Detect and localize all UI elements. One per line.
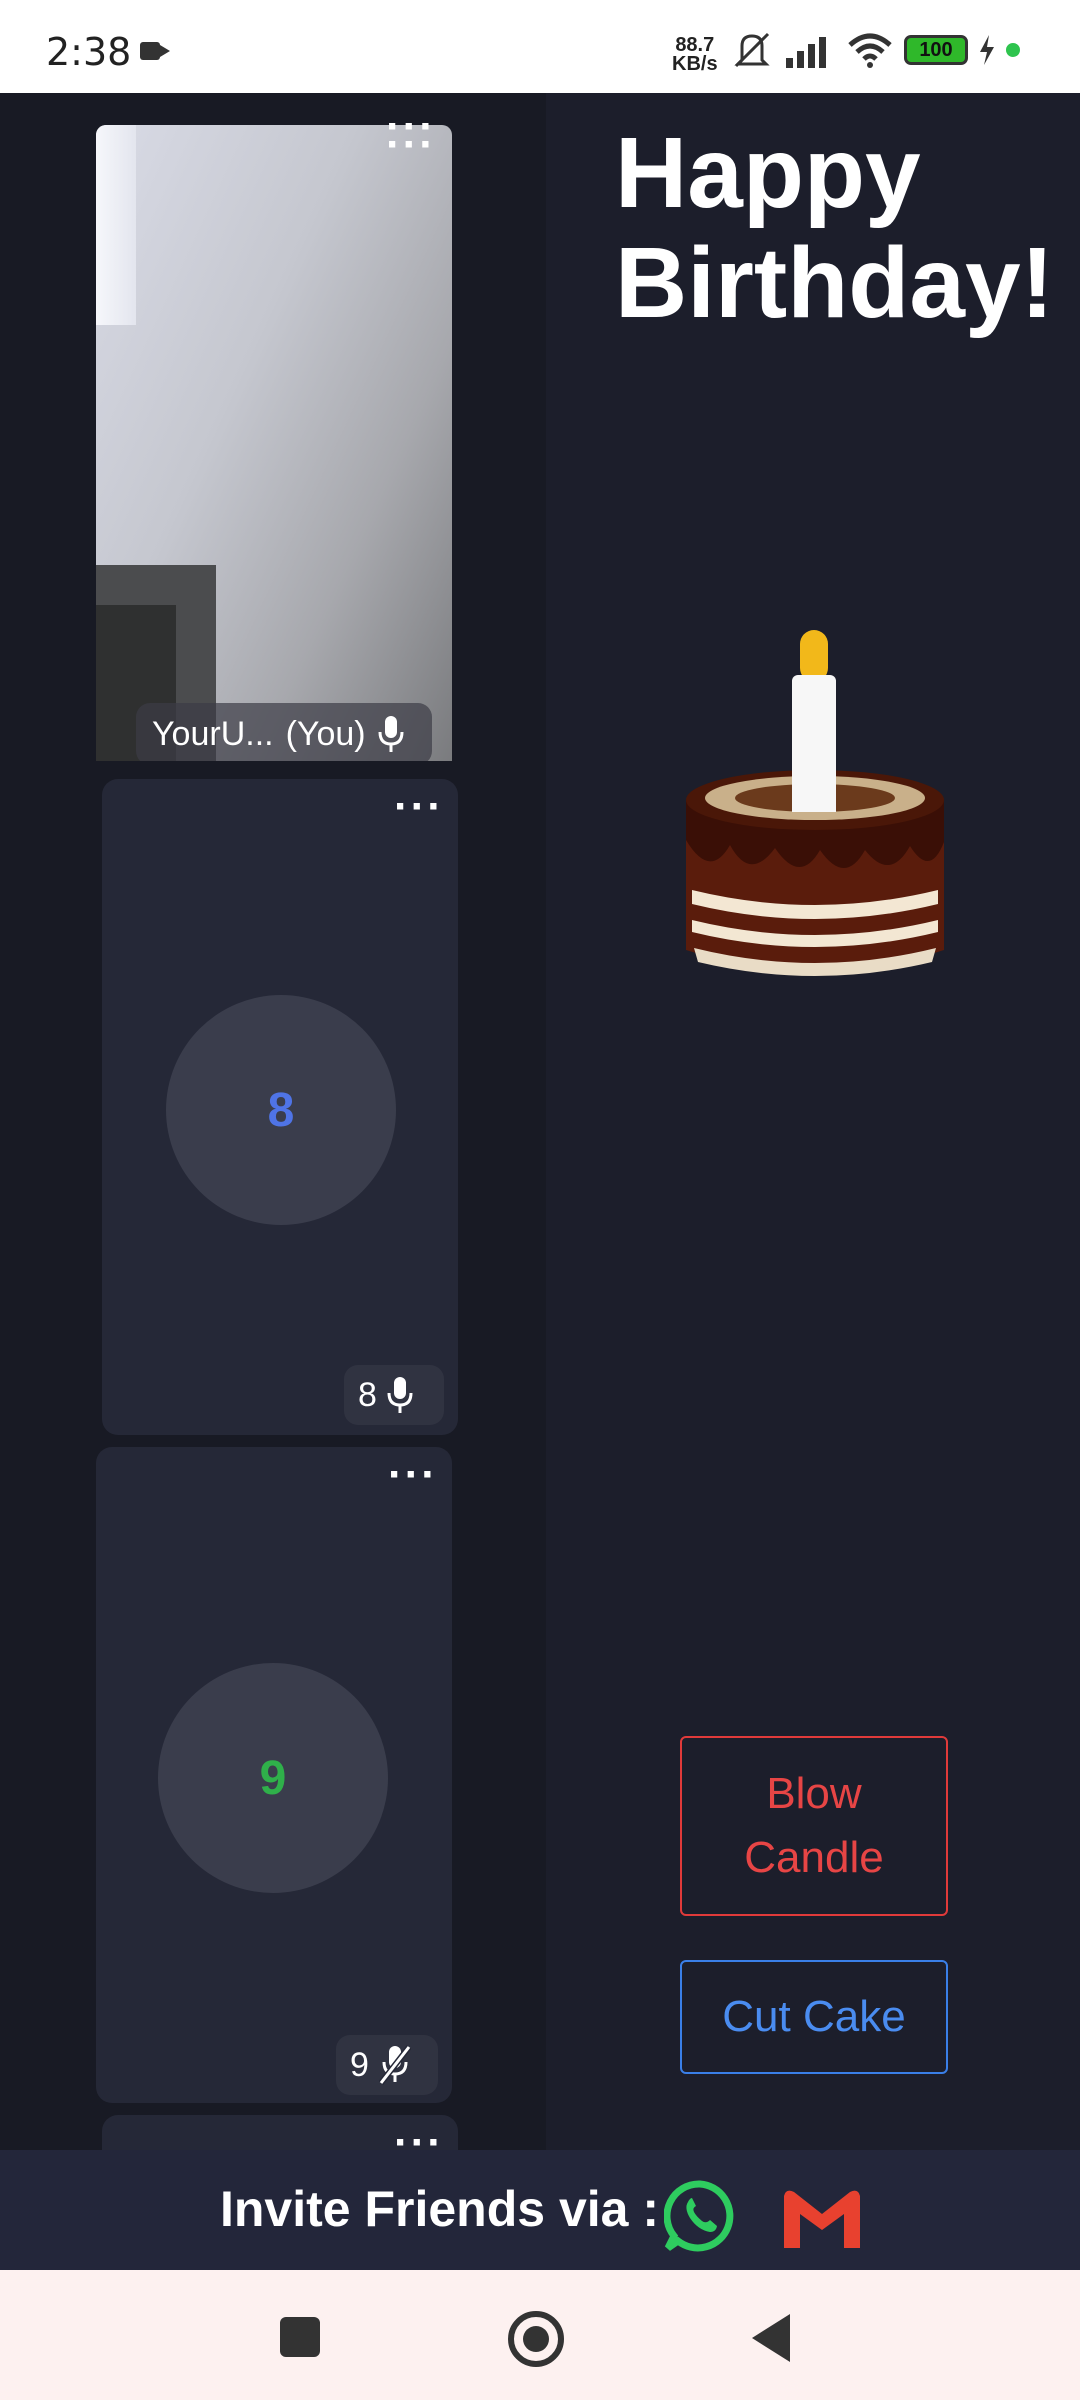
video-call-icon bbox=[140, 42, 170, 60]
network-speed-unit: KB/s bbox=[672, 53, 718, 75]
status-bar: 2:38 88.7 KB/s 100 bbox=[0, 0, 1080, 93]
mic-icon bbox=[387, 1377, 413, 1413]
participant-name-chip: 9 bbox=[336, 2035, 438, 2095]
blow-candle-label-1: Blow bbox=[766, 1769, 862, 1818]
avatar-initial: 8 bbox=[267, 1083, 295, 1137]
more-options-icon[interactable]: ··· bbox=[394, 785, 444, 829]
status-time: 2:38 bbox=[46, 30, 132, 74]
mic-off-icon bbox=[378, 2045, 411, 2085]
mute-icon bbox=[734, 32, 770, 68]
home-button[interactable] bbox=[508, 2311, 564, 2367]
you-label: (You) bbox=[285, 714, 366, 753]
mic-icon bbox=[378, 716, 404, 752]
whatsapp-icon[interactable] bbox=[664, 2180, 736, 2252]
title-line-1: Happy bbox=[615, 117, 921, 229]
invite-bar: Invite Friends via : bbox=[0, 2150, 1080, 2270]
more-options-icon[interactable]: ··· bbox=[388, 1453, 438, 1497]
title-line-2: Birthday! bbox=[615, 227, 1054, 339]
back-button[interactable] bbox=[752, 2314, 790, 2362]
blow-candle-label-2: Candle bbox=[744, 1833, 884, 1882]
participant-name-chip: YourU... (You) bbox=[136, 703, 432, 761]
avatar: 8 bbox=[166, 995, 396, 1225]
recents-button[interactable] bbox=[280, 2317, 320, 2357]
participant-list[interactable]: ··· YourU... (You) ··· ··· 8 8 ··· 9 9 ·… bbox=[0, 93, 546, 2150]
signal-icon bbox=[786, 37, 826, 68]
participant-name-chip: 8 bbox=[344, 1365, 444, 1425]
blow-candle-button[interactable]: Blow Candle bbox=[680, 1736, 948, 1916]
avatar-initial: 9 bbox=[259, 1751, 287, 1805]
participant-tile-8[interactable]: ··· 8 8 bbox=[102, 779, 458, 1435]
camera-video: YourU... (You) ··· bbox=[96, 125, 452, 761]
avatar: 9 bbox=[158, 1663, 388, 1893]
more-options-icon[interactable]: ··· bbox=[394, 2121, 444, 2151]
participant-name: YourU... bbox=[152, 714, 274, 753]
participant-tile-partial[interactable]: ··· bbox=[102, 2115, 458, 2150]
gmail-icon[interactable] bbox=[780, 2186, 864, 2250]
charging-icon bbox=[980, 35, 994, 65]
page-title: Happy Birthday! bbox=[615, 118, 1054, 338]
birthday-cake-image bbox=[686, 630, 944, 976]
system-nav-bar bbox=[0, 2270, 1080, 2400]
invite-label: Invite Friends via : bbox=[220, 2181, 660, 2237]
participant-tile-9[interactable]: ··· 9 9 bbox=[96, 1447, 452, 2103]
camera-window-light bbox=[96, 125, 136, 325]
battery-icon: 100 bbox=[904, 35, 968, 65]
network-speed: 88.7 KB/s bbox=[672, 35, 718, 75]
participant-name: 8 bbox=[358, 1375, 377, 1414]
status-icons: 100 bbox=[730, 30, 1020, 70]
privacy-dot-icon bbox=[1006, 43, 1020, 57]
cut-cake-button[interactable]: Cut Cake bbox=[680, 1960, 948, 2074]
participant-name: 9 bbox=[350, 2045, 369, 2084]
more-options-icon[interactable]: ··· bbox=[386, 107, 436, 149]
wifi-icon bbox=[848, 33, 892, 68]
